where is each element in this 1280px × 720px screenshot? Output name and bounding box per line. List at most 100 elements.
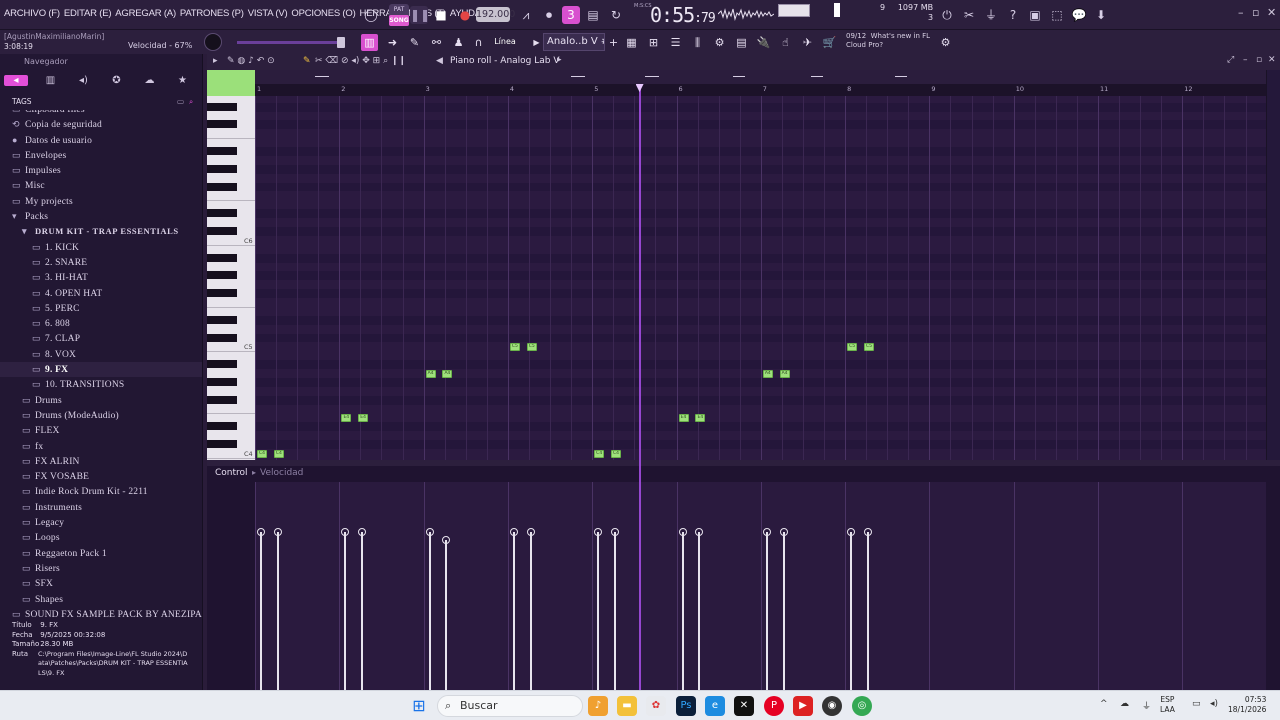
plugin-tab-icon[interactable]: ✪ (100, 75, 133, 86)
black-key[interactable] (207, 209, 237, 218)
velocity-bar[interactable] (428, 532, 431, 690)
file-explorer-icon[interactable]: ▬ (617, 696, 637, 716)
download-icon[interactable]: ⬇ (1092, 6, 1110, 24)
chrome-icon[interactable]: ◎ (852, 696, 872, 716)
loop-record-icon[interactable]: ↻ (607, 6, 625, 24)
bar-number[interactable]: 6 (679, 85, 683, 93)
black-key[interactable] (207, 422, 237, 431)
velocity-bar[interactable] (850, 532, 853, 690)
pinterest-icon[interactable]: P (764, 696, 784, 716)
recording-knob-icon[interactable]: ◯ (362, 6, 380, 24)
photoshop-icon[interactable]: Ps (676, 696, 696, 716)
velocity-bar[interactable] (344, 532, 347, 690)
metronome-icon[interactable]: ⩘ (517, 6, 535, 24)
black-key[interactable] (207, 333, 237, 342)
tool-pencil-icon[interactable]: ✎ (303, 56, 311, 66)
star-tab-icon[interactable]: ★ (166, 75, 199, 86)
black-key[interactable] (207, 271, 237, 280)
tree-item[interactable]: ▭ FX VOSABE (0, 469, 202, 484)
note[interactable]: C5 (847, 342, 858, 351)
black-key[interactable] (207, 315, 237, 324)
tree-item[interactable]: ▭Clipboard files (0, 110, 202, 117)
tree-item[interactable]: ▭ Misc (0, 178, 202, 193)
capcut-icon[interactable]: ✕ (734, 696, 754, 716)
black-key[interactable] (207, 227, 237, 235)
tree-item[interactable]: ▾ DRUM KIT - TRAP ESSENTIALS (0, 224, 202, 239)
help-icon[interactable]: ? (1004, 6, 1022, 24)
tempo-display[interactable]: 192.000 (476, 7, 515, 22)
note[interactable]: E4 (695, 413, 706, 422)
tree-item[interactable]: ▭ 10. TRANSITIONS (0, 377, 202, 392)
note[interactable]: E4 (358, 413, 369, 422)
news-settings-icon[interactable]: ⚙ (937, 34, 954, 51)
tree-item[interactable]: ▭ Indie Rock Drum Kit - 2211 (0, 484, 202, 499)
tree-item[interactable]: ▭ FX ALRIN (0, 454, 202, 469)
note-overview[interactable] (255, 70, 1266, 84)
tools-icon[interactable]: ✂ (960, 6, 978, 24)
velocity-handle[interactable] (779, 528, 788, 536)
black-key[interactable] (207, 182, 237, 191)
bar-number[interactable]: 3 (426, 85, 430, 93)
arrow-icon[interactable]: ➜ (384, 34, 401, 51)
tool-draw-icon[interactable]: ✎ ◍ ♪ ↶ ⊙ (227, 56, 275, 66)
playhead[interactable] (638, 84, 641, 690)
tree-item[interactable]: ▭ Loops (0, 530, 202, 545)
windows-start-icon[interactable]: ⊞ (409, 696, 429, 716)
piano-roll-back-icon[interactable]: ◀ (436, 56, 443, 66)
tree-item[interactable]: ▭ SFX (0, 576, 202, 591)
note[interactable]: C5 (863, 342, 874, 351)
app-store-icon[interactable]: ✿ (646, 696, 666, 716)
bar-number[interactable]: 7 (763, 85, 767, 93)
velocity-bar[interactable] (512, 532, 515, 690)
tree-item[interactable]: ▭ 1. KICK (0, 240, 202, 255)
faders-icon[interactable]: ⫼ (689, 34, 706, 51)
bar-number[interactable]: 9 (931, 85, 935, 93)
back-icon[interactable]: ◂ (4, 74, 28, 86)
pr-maximize-icon[interactable]: ▫ (1256, 55, 1262, 65)
bar-number[interactable]: 2 (341, 85, 345, 93)
tree-item[interactable]: ▭ FLEX (0, 423, 202, 438)
pr-minimize-icon[interactable]: – (1243, 55, 1248, 65)
note[interactable]: E4 (678, 413, 689, 422)
velocity-bar[interactable] (782, 532, 785, 690)
language-indicator[interactable]: ESP LAA (1160, 695, 1175, 715)
master-pitch-slider[interactable] (237, 37, 345, 48)
playlist-icon[interactable]: ☰ (667, 34, 684, 51)
tray-expand-icon[interactable]: ^ (1100, 699, 1108, 709)
volume-icon[interactable]: ◂) (1210, 699, 1218, 709)
options-arrow-icon[interactable]: ▸ (213, 56, 218, 66)
chat-icon[interactable]: 💬 (1070, 6, 1088, 24)
pr-detach-icon[interactable]: ⤢ (1227, 55, 1234, 65)
stamp-icon[interactable]: ♟ (450, 34, 467, 51)
velocity-bar[interactable] (597, 532, 600, 690)
tool-set-icon[interactable]: ✂ ⌫ ⊘ ◂) ✥ ⊞ ⌕ ❙❙ (315, 56, 406, 66)
youtube-icon[interactable]: ▶ (793, 696, 813, 716)
note[interactable]: E4 (341, 413, 352, 422)
hand-icon[interactable]: ☝ (777, 34, 794, 51)
bar-number[interactable]: 8 (847, 85, 851, 93)
velocity-handle[interactable] (695, 528, 704, 536)
velocity-bar[interactable] (614, 532, 617, 690)
blend-notes-icon[interactable]: ▤ (584, 6, 602, 24)
browser-icon[interactable]: ▤ (733, 34, 750, 51)
pattern-song-toggle[interactable]: PAT SONG (389, 4, 409, 26)
control-label[interactable]: Control (215, 468, 248, 478)
velocity-handle[interactable] (509, 528, 518, 536)
piano-roll-icon[interactable]: ▥ (361, 34, 378, 51)
velocity-handle[interactable] (358, 528, 367, 536)
velocity-lane[interactable] (255, 482, 1266, 690)
velocity-bar[interactable] (681, 532, 684, 690)
add-channel-icon[interactable]: + (605, 34, 622, 51)
velocity-handle[interactable] (273, 528, 282, 536)
velocity-bar[interactable] (361, 532, 364, 690)
bird-icon[interactable]: ✈ (799, 34, 816, 51)
velocity-bar[interactable] (276, 532, 279, 690)
menu-item[interactable]: PATRONES (P) (180, 8, 244, 19)
tree-item[interactable]: ▭ Legacy (0, 515, 202, 530)
velocity-handle[interactable] (341, 528, 350, 536)
tree-item[interactable]: ▭ 7. CLAP (0, 331, 202, 346)
bar-number[interactable]: 12 (1184, 85, 1192, 93)
velocity-handle[interactable] (678, 528, 687, 536)
black-key[interactable] (207, 377, 237, 386)
obs-icon[interactable]: ◉ (822, 696, 842, 716)
